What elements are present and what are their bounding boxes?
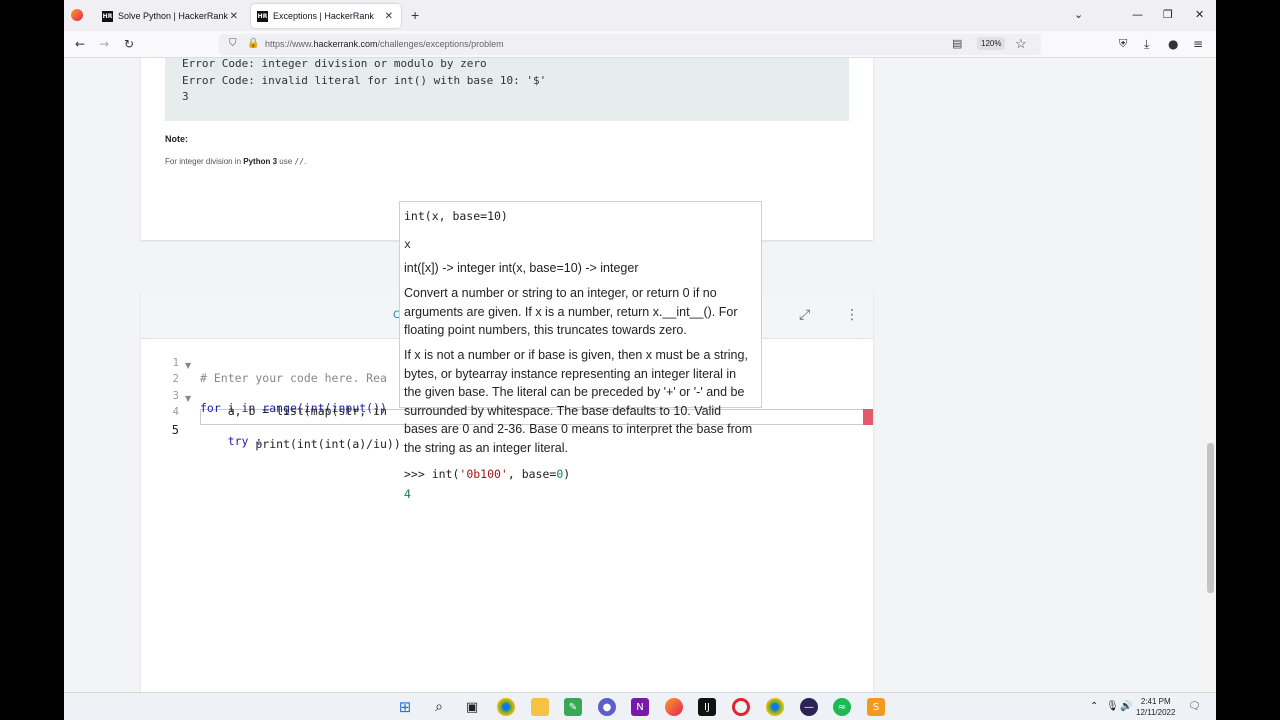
notifications-icon[interactable]: 🗨: [1188, 701, 1201, 712]
reload-icon[interactable]: ↻: [124, 37, 134, 51]
tab-solve-python[interactable]: HR Solve Python | HackerRank ✕: [96, 4, 246, 28]
note-heading: Note:: [165, 134, 188, 144]
line-number: 5: [171, 423, 179, 437]
chrome-icon[interactable]: [497, 698, 515, 716]
description-paragraph: If x is not a number or if base is given…: [404, 348, 753, 455]
reader-view-icon[interactable]: ▤: [952, 37, 962, 50]
onenote-icon[interactable]: N: [631, 698, 649, 716]
scrollbar-thumb[interactable]: [1207, 443, 1214, 593]
sample-output-block: Error Code: integer division or modulo b…: [165, 58, 849, 121]
output-line: 3: [182, 90, 189, 103]
minimize-button[interactable]: —: [1132, 8, 1143, 21]
example-result: 4: [404, 487, 411, 501]
close-tab-icon[interactable]: ✕: [385, 11, 393, 22]
volume-icon[interactable]: 🔊: [1120, 701, 1132, 712]
example-code: >>> int('0b100', base=0): [404, 467, 571, 481]
line-code[interactable]: print(int(int(a)/iu)): [200, 437, 400, 451]
search-icon[interactable]: ⌕: [430, 698, 448, 716]
menu-icon[interactable]: ≡: [1193, 37, 1203, 51]
url-text[interactable]: https://www.hackerrank.com/challenges/ex…: [265, 39, 504, 49]
forward-icon[interactable]: →: [99, 37, 109, 51]
note-text: For integer division in Python 3 use //.: [165, 157, 307, 166]
navigation-bar: ← → ↻ ⛉ 🔒 https://www.hackerrank.com/cha…: [64, 31, 1216, 58]
page-scrollbar[interactable]: [1205, 58, 1216, 692]
app-icon[interactable]: ●: [598, 698, 616, 716]
usage-text: int([x]) -> integer int(x, base=10) -> i…: [404, 261, 639, 275]
lock-icon[interactable]: 🔒: [247, 38, 259, 49]
task-view-icon[interactable]: ▣: [463, 698, 481, 716]
account-icon[interactable]: ●: [1168, 37, 1178, 51]
more-options-icon[interactable]: ⋮: [845, 307, 859, 323]
tray-chevron-icon[interactable]: ⌃: [1090, 701, 1098, 712]
hackerrank-logo-icon: HR: [257, 10, 268, 22]
zoom-level[interactable]: 120%: [977, 37, 1006, 50]
clock-date: 12/11/2022: [1136, 708, 1176, 717]
error-scroll-marker: [863, 409, 873, 425]
close-window-button[interactable]: ✕: [1195, 8, 1204, 21]
back-icon[interactable]: ←: [75, 37, 85, 51]
description-paragraph: Convert a number or string to an integer…: [404, 286, 738, 337]
tab-bar: HR Solve Python | HackerRank ✕ HR Except…: [64, 0, 1216, 31]
notepad-icon[interactable]: ✎: [564, 698, 582, 716]
fullscreen-icon[interactable]: ⤢: [799, 307, 810, 323]
firefox-icon[interactable]: [665, 698, 683, 716]
fold-chevron-icon[interactable]: ▼: [185, 361, 191, 370]
intellij-icon[interactable]: IJ: [698, 698, 716, 716]
clock-time: 2:41 PM: [1140, 697, 1171, 706]
spotify-icon[interactable]: ≈: [833, 698, 851, 716]
address-bar[interactable]: ⛉ 🔒 https://www.hackerrank.com/challenge…: [219, 34, 1041, 55]
tab-label: Solve Python | HackerRank: [118, 11, 228, 21]
chrome-alt-icon[interactable]: [766, 698, 784, 716]
fold-chevron-icon[interactable]: ▼: [185, 394, 191, 403]
microphone-icon[interactable]: 🎙: [1106, 701, 1119, 712]
function-signature: int(x, base=10): [404, 209, 508, 223]
signature-help-tooltip: int(x, base=10) x int([x]) -> integer in…: [399, 201, 762, 501]
file-explorer-icon[interactable]: [531, 698, 549, 716]
sublime-icon[interactable]: S: [867, 698, 885, 716]
start-icon[interactable]: ⊞: [396, 698, 414, 716]
downloads-icon[interactable]: ⤓: [1144, 37, 1149, 52]
shield-icon[interactable]: ⛉: [229, 38, 237, 49]
bookmark-star-icon[interactable]: ☆: [1015, 36, 1027, 52]
tab-exceptions[interactable]: HR Exceptions | HackerRank ✕: [251, 4, 401, 28]
opera-icon[interactable]: [732, 698, 750, 716]
system-clock[interactable]: 2:41 PM 12/11/2022: [1136, 696, 1175, 718]
firefox-view-icon[interactable]: [71, 9, 83, 21]
page-content: Error Code: integer division or modulo b…: [64, 58, 1205, 692]
parameter-name: x: [404, 237, 411, 251]
hackerrank-logo-icon: HR: [102, 10, 113, 22]
new-tab-button[interactable]: +: [411, 7, 419, 23]
close-tab-icon[interactable]: ✕: [230, 11, 238, 22]
list-tabs-icon[interactable]: ⌄: [1074, 8, 1083, 21]
restore-button[interactable]: ❐: [1163, 8, 1173, 21]
output-line: Error Code: integer division or modulo b…: [182, 58, 487, 70]
browser-window: HR Solve Python | HackerRank ✕ HR Except…: [64, 0, 1216, 720]
pocket-icon[interactable]: ⛨: [1119, 37, 1127, 51]
windows-taskbar: ⊞ ⌕ ▣ ✎ ● N IJ — ≈ S ⌃ 🎙 🔊 2:41 PM 12/11…: [64, 692, 1216, 720]
tab-label: Exceptions | HackerRank: [273, 11, 374, 21]
eclipse-icon[interactable]: —: [800, 698, 818, 716]
output-line: Error Code: invalid literal for int() wi…: [182, 73, 547, 87]
